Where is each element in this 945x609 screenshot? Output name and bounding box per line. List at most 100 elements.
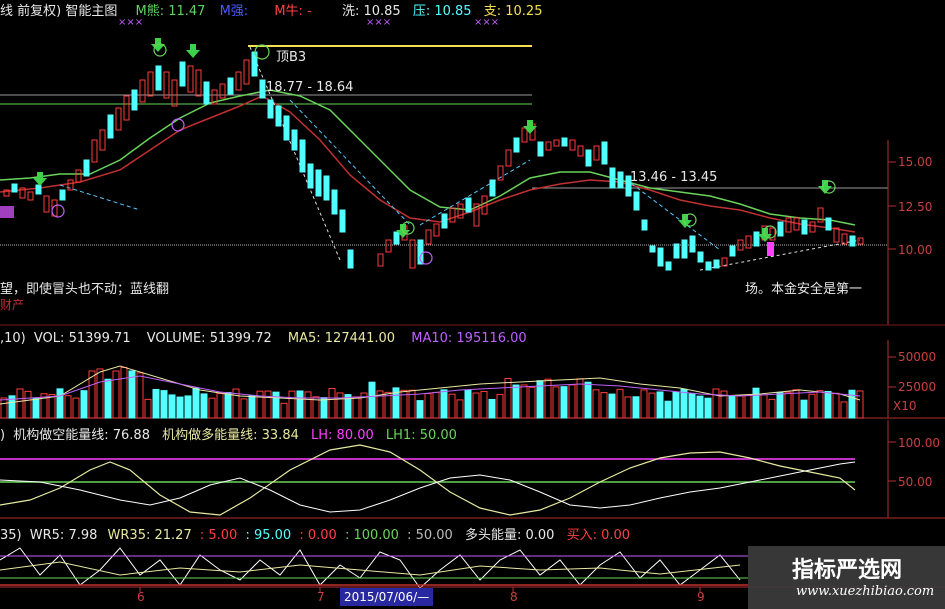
bull-energy-value: 0.00	[525, 528, 555, 543]
candle	[425, 229, 432, 245]
volume-bar	[472, 392, 480, 419]
volume-bar	[424, 393, 432, 419]
candle	[657, 247, 664, 267]
candle	[131, 89, 138, 111]
chart-canvas[interactable]	[0, 0, 945, 609]
volume-bar	[56, 388, 64, 419]
volume-bar	[576, 378, 584, 419]
volume-bar	[480, 391, 488, 419]
candle	[299, 139, 306, 173]
candle	[633, 191, 640, 211]
volume-bar	[856, 390, 864, 419]
volume-bar	[248, 394, 256, 419]
candle	[179, 61, 186, 87]
volume-bar	[512, 384, 520, 419]
cursor-date-badge[interactable]: 2015/07/06/—	[340, 588, 434, 606]
volume-bar	[0, 397, 8, 419]
volume-bar	[624, 396, 632, 419]
volume-bar	[768, 398, 776, 419]
volume-bar	[280, 402, 288, 419]
candle	[593, 145, 600, 161]
candle	[729, 245, 736, 257]
date-tick-7: 7	[317, 590, 325, 604]
trend-dash-3	[419, 159, 531, 226]
volume-header: ,10) VOL: 51399.71 VOLUME: 51399.72 MA5:…	[0, 331, 527, 346]
volume-bar	[616, 388, 624, 419]
candle	[513, 137, 520, 153]
volume-bar	[608, 393, 616, 419]
volume-bar	[464, 389, 472, 419]
volume-tick-high: 50000	[898, 350, 937, 364]
candle	[561, 137, 568, 147]
price-tick-low: 10.00	[898, 243, 933, 257]
wr-level-5: : 50.00	[407, 528, 453, 543]
candle	[67, 179, 74, 191]
volume-bar	[800, 399, 808, 419]
volume-bar	[664, 400, 672, 419]
volume-bar	[216, 392, 224, 419]
wr-level-3: : 0.00	[299, 528, 337, 543]
buy-arrow-icon	[186, 44, 200, 58]
candle	[283, 115, 290, 141]
volume-bar	[528, 386, 536, 419]
volume-bar	[648, 392, 656, 419]
volume-bar	[704, 397, 712, 419]
volume-bar	[760, 394, 768, 419]
candle	[545, 141, 552, 151]
circled-markers	[51, 118, 433, 265]
range-mid-label: 13.46 - 13.45	[630, 170, 718, 185]
candle	[267, 99, 274, 119]
vol-value: 51399.71	[68, 331, 131, 346]
candle	[617, 171, 624, 189]
candle	[601, 141, 608, 165]
candle	[553, 139, 560, 147]
buy-value: 0.00	[601, 528, 631, 543]
volume-bar	[168, 394, 176, 419]
trend-dash-1	[59, 184, 141, 211]
ma5-label: MA5:	[287, 331, 321, 346]
volume-bar	[784, 391, 792, 419]
short-energy-label: 机构做空能量线:	[13, 428, 109, 443]
volume-bar	[328, 388, 336, 419]
candle	[155, 65, 162, 91]
candle	[323, 175, 330, 201]
volume-bar	[320, 397, 328, 419]
volume-bar	[200, 393, 208, 419]
candle	[35, 184, 42, 195]
volume-bar	[256, 390, 264, 419]
candle	[347, 249, 354, 269]
volume-bar	[16, 388, 24, 419]
volume-bar	[264, 390, 272, 419]
volume-bar	[832, 392, 840, 419]
volume-bar	[240, 398, 248, 419]
candle	[441, 213, 448, 229]
volume-bar	[128, 370, 136, 419]
lh1-label: LH1:	[385, 428, 416, 443]
date-tick-8: 8	[510, 590, 518, 604]
candle	[83, 159, 90, 177]
volume-bar	[32, 398, 40, 419]
volume-bar	[456, 399, 464, 419]
candle	[825, 217, 832, 231]
volume-bar	[496, 394, 504, 419]
volume-bar	[368, 381, 376, 419]
right-note: 场。本金安全是第一	[745, 282, 863, 297]
volume-bar	[592, 389, 600, 419]
volume-value: 51399.72	[209, 331, 272, 346]
candle	[243, 59, 250, 85]
candle	[849, 235, 856, 247]
range-high-label: 18.77 - 18.64	[266, 80, 354, 95]
candle	[393, 231, 400, 245]
highlight-block	[767, 242, 774, 256]
volume-bar	[552, 386, 560, 419]
ma5-value: 127441.00	[324, 331, 396, 346]
volume-bar	[568, 384, 576, 419]
volume-bar	[176, 396, 184, 419]
candle	[163, 71, 170, 99]
volume-bar	[520, 384, 528, 419]
ma10-value: 195116.00	[456, 331, 527, 346]
candle	[99, 129, 106, 151]
candle	[339, 209, 346, 233]
energy-prefix: )	[0, 428, 6, 443]
wr35-label: WR35:	[107, 528, 151, 543]
